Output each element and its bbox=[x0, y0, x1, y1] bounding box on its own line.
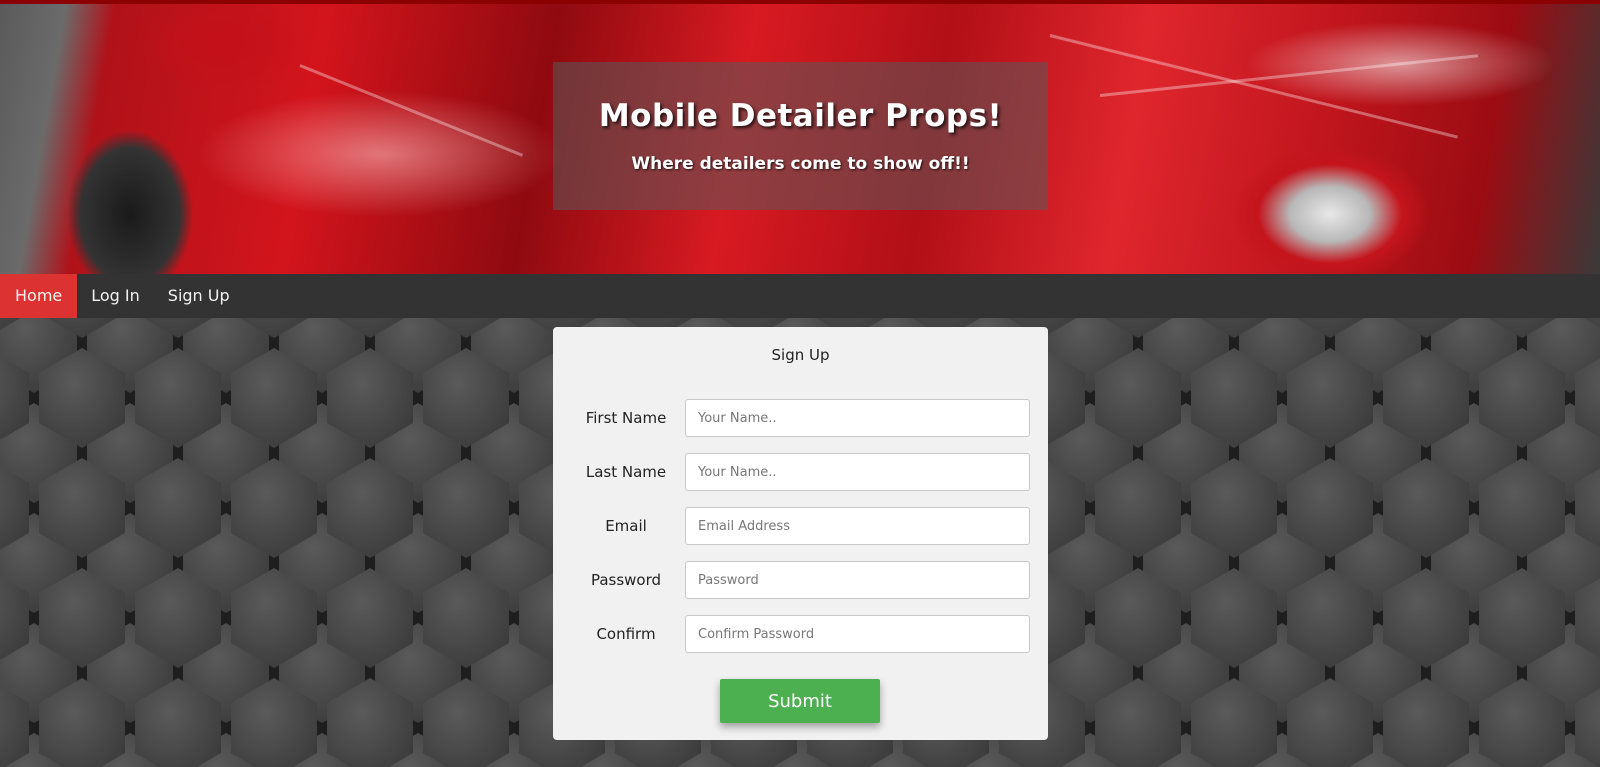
nav-home[interactable]: Home bbox=[0, 274, 78, 318]
hero-title: Mobile Detailer Props! bbox=[598, 98, 1003, 134]
last-name-row: Last Name bbox=[553, 453, 1048, 491]
last-name-input[interactable] bbox=[685, 453, 1030, 491]
password-label: Password bbox=[590, 571, 662, 589]
email-row: Email bbox=[553, 507, 1048, 545]
email-label: Email bbox=[605, 517, 647, 535]
confirm-password-label: Confirm bbox=[596, 625, 656, 643]
nav-log-in[interactable]: Log In bbox=[77, 274, 154, 318]
hero-highlight bbox=[299, 64, 524, 157]
password-input[interactable] bbox=[685, 561, 1030, 599]
hero-banner: Mobile Detailer Props! Where detailers c… bbox=[0, 0, 1600, 274]
first-name-row: First Name bbox=[553, 399, 1048, 437]
confirm-password-row: Confirm bbox=[553, 615, 1048, 653]
hero-highlight bbox=[1049, 34, 1458, 139]
password-row: Password bbox=[553, 561, 1048, 599]
signup-form: Sign Up First Name Last Name Email Passw… bbox=[553, 327, 1048, 740]
first-name-input[interactable] bbox=[685, 399, 1030, 437]
hero-subtitle: Where detailers come to show off!! bbox=[631, 154, 970, 174]
form-title: Sign Up bbox=[771, 346, 830, 364]
confirm-password-input[interactable] bbox=[685, 615, 1030, 653]
hero-caption-box: Mobile Detailer Props! Where detailers c… bbox=[553, 62, 1048, 210]
top-nav: Home Log In Sign Up bbox=[0, 274, 1600, 318]
last-name-label: Last Name bbox=[585, 463, 667, 481]
first-name-label: First Name bbox=[585, 409, 667, 427]
nav-sign-up[interactable]: Sign Up bbox=[154, 274, 244, 318]
submit-button[interactable]: Submit bbox=[720, 679, 880, 723]
email-input[interactable] bbox=[685, 507, 1030, 545]
